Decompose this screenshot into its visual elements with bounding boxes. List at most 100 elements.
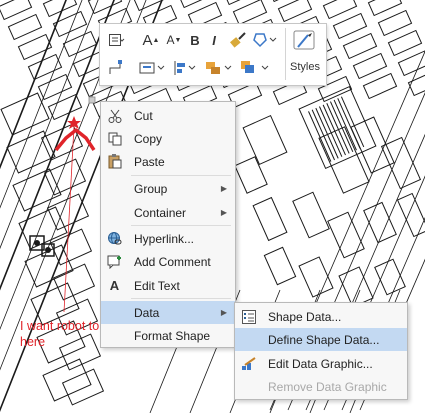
menu-separator <box>131 298 231 299</box>
elevator-mark <box>34 240 40 246</box>
comment-icon <box>106 253 123 270</box>
styles-icon[interactable] <box>290 28 320 54</box>
submenu-item-remove-data-graphic[interactable]: Remove Data Graphic <box>235 375 407 398</box>
elevator-mark <box>45 247 51 253</box>
menu-item-format-shape[interactable]: Format Shape <box>101 324 235 347</box>
menu-item-cut[interactable]: Cut <box>101 104 235 127</box>
connector-icon[interactable] <box>106 57 126 79</box>
copy-icon <box>106 130 123 147</box>
plan-room <box>377 9 413 37</box>
plan-room <box>18 206 68 250</box>
menu-label: Paste <box>134 154 165 169</box>
plan-room <box>350 116 395 174</box>
plan-room <box>234 156 268 194</box>
submenu-arrow-icon: ▶ <box>220 208 227 217</box>
plan-room <box>232 0 268 26</box>
stair-tread <box>319 106 343 157</box>
plan-room <box>397 49 425 77</box>
plan-room <box>242 114 288 166</box>
plan-room <box>352 52 388 80</box>
italic-icon[interactable]: I <box>206 30 222 50</box>
context-menu: Cut Copy Paste Group ▶ Container ▶ Hyper… <box>100 101 236 348</box>
menu-label: Remove Data Graphic <box>268 379 387 394</box>
data-submenu: Shape Data... Define Shape Data... Edit … <box>234 302 408 400</box>
plan-room <box>277 0 313 23</box>
plan-room <box>374 258 406 296</box>
plan-room <box>338 266 374 308</box>
plan-room <box>46 193 90 231</box>
stair-tread <box>326 103 350 154</box>
submenu-item-shape-data[interactable]: Shape Data... <box>235 305 407 328</box>
plan-room <box>292 191 330 239</box>
menu-label: Container <box>134 205 187 220</box>
position-icon[interactable] <box>172 57 200 79</box>
font-shrink-icon[interactable]: A ▼ <box>164 30 184 50</box>
menu-item-add-comment[interactable]: Add Comment <box>101 250 235 273</box>
menu-item-hyperlink[interactable]: Hyperlink... <box>101 227 235 250</box>
stair-tread <box>315 107 339 159</box>
plan-room <box>362 72 398 100</box>
submenu-arrow-icon: ▶ <box>220 308 227 317</box>
menu-item-group[interactable]: Group ▶ <box>101 177 235 200</box>
menu-separator <box>131 225 231 226</box>
submenu-item-edit-data-graphic[interactable]: Edit Data Graphic... <box>235 352 407 375</box>
format-painter-icon[interactable] <box>227 29 249 51</box>
align-icon[interactable] <box>138 57 168 79</box>
submenu-item-define-shape-data[interactable]: Define Shape Data... <box>235 328 407 351</box>
stair-tread <box>329 101 354 153</box>
edit-graphic-icon <box>240 355 257 372</box>
menu-label: Format Shape <box>134 328 211 343</box>
styles-label[interactable]: Styles <box>286 59 324 75</box>
textbox-icon[interactable] <box>106 30 128 50</box>
menu-label: Cut <box>134 108 153 123</box>
plan-room <box>37 73 73 101</box>
paste-icon <box>106 153 123 170</box>
plan-room <box>263 246 297 286</box>
bring-front-icon[interactable] <box>239 57 273 79</box>
plan-room <box>367 0 403 17</box>
menu-label: Group <box>134 181 168 196</box>
plan-room <box>252 196 288 242</box>
stair-tread <box>333 99 357 151</box>
plan-room <box>342 32 378 60</box>
menu-label: Edit Data Graphic... <box>268 356 373 371</box>
globe-link-icon <box>106 230 123 247</box>
plan-room <box>298 256 334 298</box>
plan-room <box>0 92 50 136</box>
plan-room <box>387 29 423 57</box>
menu-label: Hyperlink... <box>134 231 195 246</box>
plan-room <box>87 0 123 15</box>
menu-item-container[interactable]: Container ▶ <box>101 201 235 224</box>
plan-room <box>52 10 88 38</box>
menu-item-copy[interactable]: Copy <box>101 127 235 150</box>
submenu-arrow-icon: ▶ <box>220 184 227 193</box>
menu-item-edit-text[interactable]: A Edit Text <box>101 274 235 297</box>
menu-label: Define Shape Data... <box>268 332 380 347</box>
stair-tread <box>322 104 346 156</box>
menu-item-data[interactable]: Data ▶ <box>101 301 235 324</box>
plan-room <box>363 201 397 244</box>
bold-icon[interactable]: B <box>187 30 203 50</box>
plan-room <box>52 263 96 301</box>
plan-room <box>407 69 425 97</box>
shape-fill-icon[interactable] <box>251 29 279 51</box>
plan-room <box>27 53 63 81</box>
menu-label: Edit Text <box>134 278 180 293</box>
text-a-icon: A <box>109 278 120 293</box>
group-icon[interactable] <box>204 57 236 79</box>
stair-tread <box>311 109 335 161</box>
plan-room <box>61 368 105 406</box>
selection-handle <box>88 96 96 104</box>
shape-data-icon <box>240 308 257 325</box>
plan-room <box>7 13 43 41</box>
scissors-icon <box>106 107 123 124</box>
menu-item-paste[interactable]: Paste <box>101 150 235 173</box>
plan-room <box>17 33 53 61</box>
font-grow-icon[interactable]: A ▲ <box>141 30 161 50</box>
mini-toolbar: A ▲ A ▼ B I Styles <box>99 23 327 86</box>
plan-room <box>47 93 83 121</box>
stair-tread <box>337 98 361 149</box>
stair-tread <box>340 96 365 148</box>
plan-room <box>322 0 358 20</box>
plan-room <box>0 0 33 21</box>
